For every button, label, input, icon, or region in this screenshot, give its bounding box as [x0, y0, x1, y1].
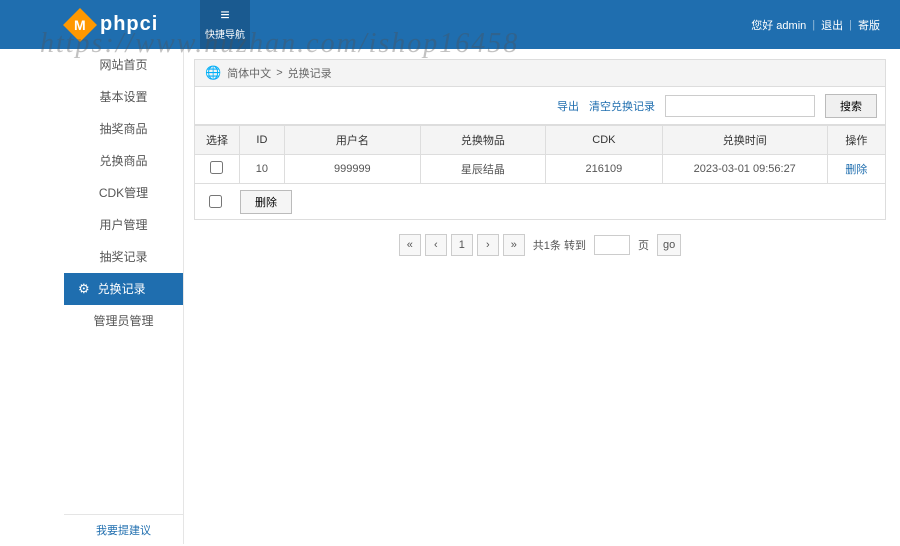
- logo-text: phpci: [100, 13, 158, 36]
- pager-page-button[interactable]: 1: [451, 234, 473, 256]
- pager-go-button[interactable]: go: [657, 234, 681, 256]
- export-link[interactable]: 导出: [557, 98, 579, 114]
- toolbar: 导出 清空兑换记录 搜索: [194, 87, 886, 125]
- breadcrumb: 🌐 简体中文 > 兑换记录: [194, 59, 886, 87]
- logo[interactable]: M phpci: [0, 13, 158, 37]
- sidebar-item-lottery-goods[interactable]: 抽奖商品: [64, 113, 183, 145]
- greeting-text: 您好 admin: [751, 17, 806, 33]
- pager-goto-input[interactable]: [594, 235, 630, 255]
- sidebar: 网站首页 基本设置 抽奖商品 兑换商品 CDK管理 用户管理 抽奖记录 ⚙ 兑换…: [64, 49, 184, 544]
- th-time: 兑换时间: [662, 126, 827, 155]
- table-row: 10 999999 星辰结晶 216109 2023-03-01 09:56:2…: [195, 155, 886, 184]
- feedback-link[interactable]: 我要提建议: [96, 525, 151, 537]
- th-user: 用户名: [284, 126, 420, 155]
- header: M phpci ≡ 快捷导航 您好 admin | 退出 | 寄版: [0, 0, 900, 49]
- pager-total-text: 共1条 转到: [533, 237, 586, 253]
- th-cdk: CDK: [546, 126, 663, 155]
- gear-icon: ⚙: [78, 273, 90, 305]
- sidebar-item-cdk[interactable]: CDK管理: [64, 177, 183, 209]
- cell-user: 999999: [284, 155, 420, 184]
- list-icon: ≡: [220, 8, 229, 24]
- search-input[interactable]: [665, 95, 815, 117]
- bulk-action-row: 删除: [194, 184, 886, 220]
- pager-suffix-text: 页: [638, 237, 649, 253]
- breadcrumb-separator: >: [276, 67, 282, 79]
- sidebar-footer: 我要提建议: [64, 514, 183, 544]
- pager-next-button[interactable]: ›: [477, 234, 499, 256]
- site-link[interactable]: 寄版: [858, 17, 880, 33]
- logout-link[interactable]: 退出: [821, 17, 843, 33]
- cell-time: 2023-03-01 09:56:27: [662, 155, 827, 184]
- separator: |: [812, 19, 815, 31]
- sidebar-item-users[interactable]: 用户管理: [64, 209, 183, 241]
- cell-item: 星辰结晶: [420, 155, 545, 184]
- separator: |: [849, 19, 852, 31]
- pagination: « ‹ 1 › » 共1条 转到 页 go: [194, 234, 886, 256]
- main-content: 🌐 简体中文 > 兑换记录 导出 清空兑换记录 搜索 选择 ID 用户名 兑换物…: [184, 49, 900, 544]
- quick-nav-label: 快捷导航: [205, 26, 245, 41]
- search-button[interactable]: 搜索: [825, 94, 877, 118]
- sidebar-item-lottery-log[interactable]: 抽奖记录: [64, 241, 183, 273]
- pager-prev-button[interactable]: ‹: [425, 234, 447, 256]
- header-right: 您好 admin | 退出 | 寄版: [745, 0, 880, 49]
- sidebar-item-admins[interactable]: 管理员管理: [64, 305, 183, 337]
- logo-badge-icon: M: [63, 8, 97, 42]
- sidebar-item-settings[interactable]: 基本设置: [64, 81, 183, 113]
- row-checkbox[interactable]: [210, 161, 223, 174]
- quick-nav-button[interactable]: ≡ 快捷导航: [200, 0, 250, 49]
- globe-icon: 🌐: [205, 65, 221, 81]
- th-id: ID: [239, 126, 284, 155]
- cell-cdk: 216109: [546, 155, 663, 184]
- clear-link[interactable]: 清空兑换记录: [589, 98, 655, 114]
- row-delete-link[interactable]: 删除: [845, 164, 867, 176]
- breadcrumb-root[interactable]: 简体中文: [227, 65, 271, 81]
- th-op: 操作: [827, 126, 885, 155]
- breadcrumb-current: 兑换记录: [288, 65, 332, 81]
- records-table: 选择 ID 用户名 兑换物品 CDK 兑换时间 操作 10 999999 星辰结…: [194, 125, 886, 184]
- sidebar-item-exchange-goods[interactable]: 兑换商品: [64, 145, 183, 177]
- cell-id: 10: [239, 155, 284, 184]
- th-select: 选择: [195, 126, 240, 155]
- pager-first-button[interactable]: «: [399, 234, 421, 256]
- select-all-checkbox[interactable]: [209, 195, 222, 208]
- th-item: 兑换物品: [420, 126, 545, 155]
- bulk-delete-button[interactable]: 删除: [240, 190, 292, 214]
- pager-last-button[interactable]: »: [503, 234, 525, 256]
- sidebar-item-home[interactable]: 网站首页: [64, 49, 183, 81]
- sidebar-item-label: 兑换记录: [98, 273, 146, 305]
- sidebar-item-exchange-log[interactable]: ⚙ 兑换记录: [64, 273, 183, 305]
